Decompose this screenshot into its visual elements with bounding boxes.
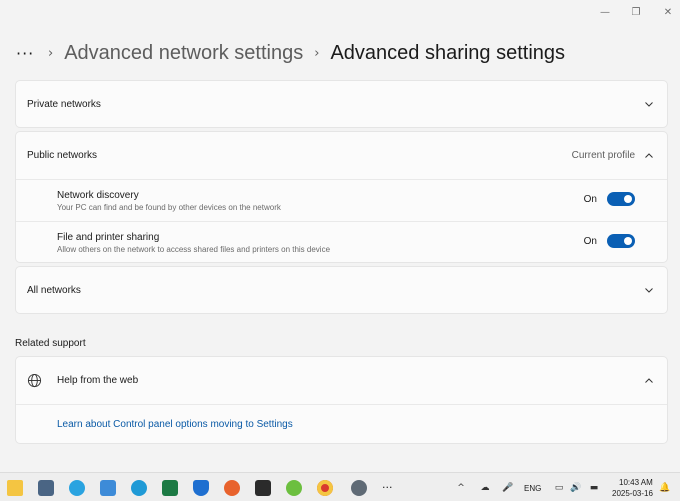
network-discovery-description: Your PC can find and be found by other d…: [57, 202, 281, 212]
network-discovery-toggle[interactable]: [607, 192, 635, 206]
chevron-right-icon: ›: [48, 45, 54, 61]
chrome-icon[interactable]: [317, 480, 333, 496]
telegram-icon[interactable]: [69, 480, 85, 496]
close-button[interactable]: ✕: [659, 5, 677, 19]
clock-time[interactable]: 10:43 AM: [619, 478, 653, 487]
network-discovery-title: Network discovery: [57, 189, 139, 201]
file-explorer-icon[interactable]: [7, 480, 23, 496]
terminal-icon[interactable]: [255, 480, 271, 496]
edge-icon[interactable]: [131, 480, 147, 496]
maximize-button[interactable]: ❐: [627, 5, 645, 19]
public-networks-header[interactable]: Public networks Current profile: [16, 132, 667, 179]
file-printer-sharing-title: File and printer sharing: [57, 231, 160, 243]
page-title: Advanced sharing settings: [330, 41, 566, 64]
calculator-icon[interactable]: [38, 480, 54, 496]
public-networks-card: Public networks Current profile Network …: [15, 131, 668, 263]
file-printer-sharing-toggle[interactable]: [607, 234, 635, 248]
breadcrumb: ··· › Advanced network settings › Advanc…: [16, 38, 565, 68]
chevron-up-icon: [643, 150, 655, 162]
taskbar: ··· ^ ☁ 🎤 ENG ▭ 🔊 ▬ 10:43 AM 2025-03-16 …: [0, 472, 680, 501]
excel-icon[interactable]: [162, 480, 178, 496]
snipping-tool-icon[interactable]: [100, 480, 116, 496]
breadcrumb-parent-link[interactable]: Advanced network settings: [64, 42, 303, 65]
chevron-down-icon: [643, 98, 655, 110]
related-support-heading: Related support: [15, 338, 86, 349]
chevron-up-icon: [643, 375, 655, 387]
breadcrumb-more-button[interactable]: ···: [16, 44, 42, 63]
help-from-web-header[interactable]: Help from the web: [16, 357, 667, 404]
network-icon[interactable]: ▭: [553, 482, 565, 493]
clock-date[interactable]: 2025-03-16: [612, 489, 653, 498]
defender-icon[interactable]: [193, 480, 209, 496]
related-support-card: Help from the web Learn about Control pa…: [15, 356, 668, 444]
title-bar: — ❐ ✕: [0, 0, 680, 26]
chevron-right-icon: ›: [314, 45, 320, 61]
help-from-web-label: Help from the web: [57, 375, 139, 386]
notification-icon[interactable]: 🔔: [659, 482, 671, 493]
utorrent-icon[interactable]: [286, 480, 302, 496]
file-printer-sharing-description: Allow others on the network to access sh…: [57, 244, 331, 254]
private-networks-label: Private networks: [27, 98, 101, 110]
network-discovery-state: On: [583, 193, 597, 205]
file-printer-sharing-row: File and printer sharing Allow others on…: [16, 222, 667, 263]
language-indicator[interactable]: ENG: [524, 484, 541, 493]
volume-icon[interactable]: 🔊: [570, 482, 582, 493]
private-networks-card[interactable]: Private networks: [15, 80, 668, 128]
network-discovery-row: Network discovery Your PC can find and b…: [16, 180, 667, 221]
file-printer-sharing-state: On: [583, 235, 597, 247]
all-networks-label: All networks: [27, 284, 81, 296]
cloud-icon[interactable]: ☁: [479, 482, 491, 493]
more-apps-icon[interactable]: ···: [382, 481, 393, 494]
firefox-icon[interactable]: [224, 480, 240, 496]
all-networks-card[interactable]: All networks: [15, 266, 668, 314]
chevron-down-icon: [643, 284, 655, 296]
settings-icon[interactable]: [351, 480, 367, 496]
chevron-up-icon[interactable]: ^: [455, 482, 467, 493]
globe-icon: [27, 373, 42, 388]
battery-icon[interactable]: ▬: [588, 482, 600, 493]
public-networks-label: Public networks: [27, 150, 98, 161]
microphone-icon[interactable]: 🎤: [502, 482, 514, 493]
minimize-button[interactable]: —: [596, 5, 614, 19]
control-panel-help-link[interactable]: Learn about Control panel options moving…: [57, 419, 293, 430]
current-profile-badge: Current profile: [571, 150, 635, 161]
